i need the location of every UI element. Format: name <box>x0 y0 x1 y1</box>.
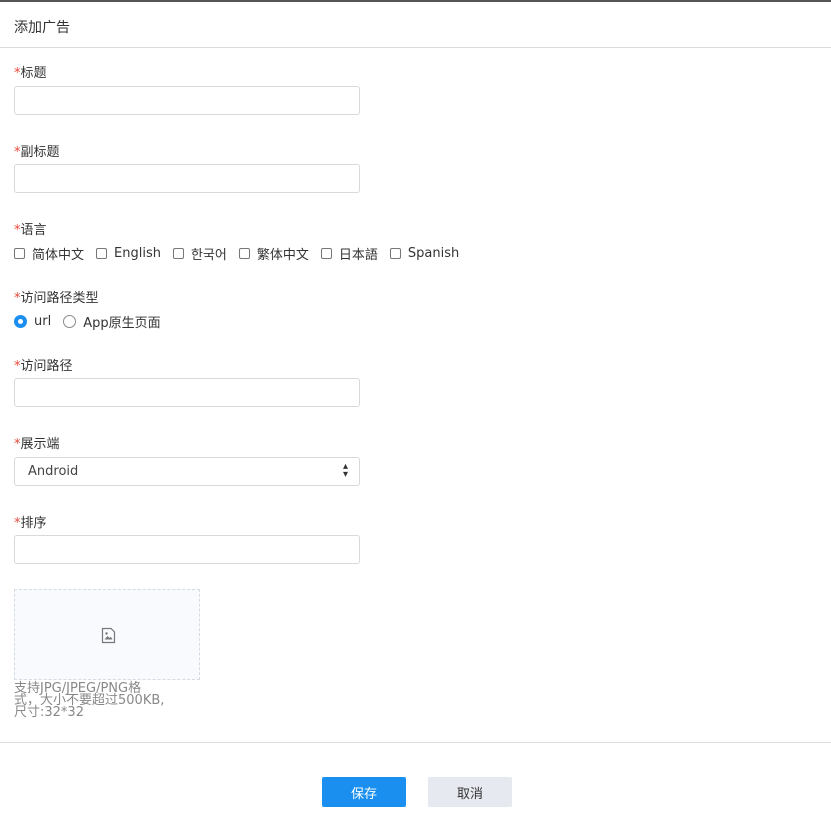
upload-hint-line: 尺寸:32*32 <box>14 705 84 720</box>
title-label-text: 标题 <box>20 66 47 81</box>
language-option-zh-hans[interactable]: 简体中文 <box>14 244 84 263</box>
platform-label-text: 展示端 <box>20 437 60 452</box>
path-label-text: 访问路径 <box>20 359 73 374</box>
language-option-japanese[interactable]: 日本語 <box>320 244 378 263</box>
option-label: English <box>114 246 161 261</box>
path-label: *访问路径 <box>14 355 73 374</box>
radio[interactable] <box>63 315 77 328</box>
language-label-text: 语言 <box>20 223 47 238</box>
image-upload-area[interactable] <box>14 589 200 680</box>
option-label: Spanish <box>407 246 460 261</box>
sort-label-text: 排序 <box>20 516 47 531</box>
language-option-zh-hant[interactable]: 繁体中文 <box>238 244 309 263</box>
upload-hint: 支持JPG/JPEG/PNG格 式，大小不要超过500KB, 尺寸:32*32 <box>14 682 214 720</box>
subtitle-label: *副标题 <box>14 141 60 160</box>
checkbox[interactable] <box>14 248 25 259</box>
language-label: *语言 <box>14 219 47 238</box>
subtitle-label-text: 副标题 <box>20 145 60 160</box>
title-label: *标题 <box>14 62 47 81</box>
option-label: 简体中文 <box>32 248 85 263</box>
sort-label: *排序 <box>14 512 47 531</box>
checkbox[interactable] <box>320 248 332 259</box>
subtitle-input[interactable] <box>14 164 360 193</box>
option-label: 한국어 <box>190 248 227 263</box>
platform-label: *展示端 <box>14 433 60 452</box>
platform-select-value: Android <box>28 464 79 479</box>
checkbox[interactable] <box>172 248 184 259</box>
footer-divider <box>0 742 831 743</box>
language-option-korean[interactable]: 한국어 <box>172 244 227 263</box>
path-type-label: *访问路径类型 <box>14 287 99 306</box>
sort-input[interactable] <box>14 535 360 564</box>
cancel-button[interactable]: 取消 <box>428 777 512 807</box>
language-option-spanish[interactable]: Spanish <box>389 246 460 261</box>
path-type-option-native[interactable]: App原生页面 <box>63 312 161 331</box>
dialog-title: 添加广告 <box>14 20 70 36</box>
radio-selected[interactable] <box>14 315 27 328</box>
option-label: 日本語 <box>338 248 378 263</box>
image-icon <box>101 627 116 644</box>
dialog-header: 添加广告 <box>0 2 831 48</box>
checkbox[interactable] <box>96 248 108 259</box>
platform-select[interactable]: Android ▴ ▾ <box>14 457 360 486</box>
option-label: 繁体中文 <box>256 248 309 263</box>
path-input[interactable] <box>14 378 360 407</box>
path-type-options: url App原生页面 <box>14 312 173 331</box>
option-label: url <box>34 314 52 329</box>
save-button[interactable]: 保存 <box>322 777 406 807</box>
language-options: 简体中文 English 한국어 繁体中文 日本語 Spanish <box>14 244 471 263</box>
sort-arrows-icon: ▴ ▾ <box>342 461 348 480</box>
option-label: App原生页面 <box>83 316 161 331</box>
language-option-english[interactable]: English <box>96 246 161 261</box>
path-type-option-url[interactable]: url <box>14 314 51 329</box>
path-type-label-text: 访问路径类型 <box>20 291 99 306</box>
title-input[interactable] <box>14 86 360 115</box>
checkbox[interactable] <box>389 248 401 259</box>
checkbox[interactable] <box>238 248 250 259</box>
